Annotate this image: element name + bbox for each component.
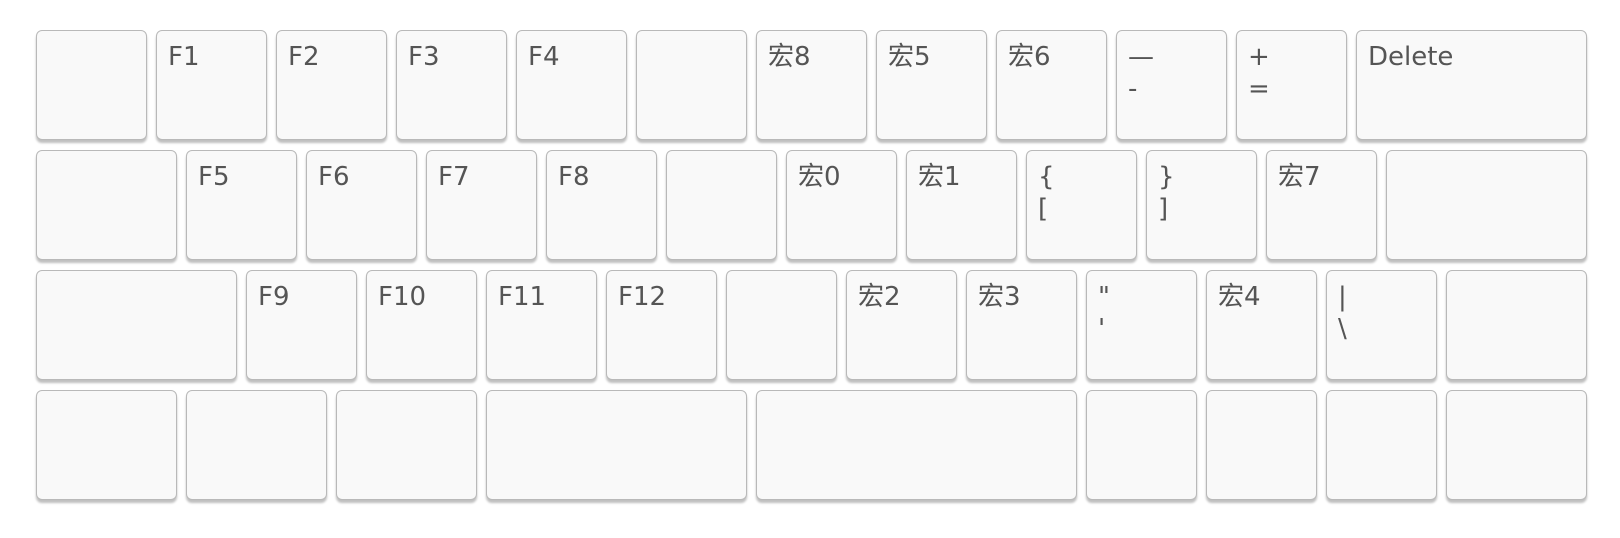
key-f3[interactable]: F3 — [396, 30, 507, 140]
key-macro-0[interactable]: 宏0 — [786, 150, 897, 260]
key-quote[interactable]: " ' — [1086, 270, 1197, 380]
key-legend-top: Delete — [1368, 42, 1454, 72]
key-legend-top: 宏7 — [1278, 162, 1321, 192]
key-r4-blank-8[interactable] — [1326, 390, 1437, 500]
key-f11[interactable]: F11 — [486, 270, 597, 380]
key-r3-blank-mid[interactable] — [726, 270, 837, 380]
key-legend-top: 宏1 — [918, 162, 961, 192]
key-space-right[interactable] — [756, 390, 1077, 500]
key-legend-top: 宏2 — [858, 282, 901, 312]
key-f2[interactable]: F2 — [276, 30, 387, 140]
key-backslash[interactable]: | \ — [1326, 270, 1437, 380]
key-legend-bottom: ' — [1098, 314, 1106, 344]
key-macro-1[interactable]: 宏1 — [906, 150, 1017, 260]
key-equals[interactable]: + = — [1236, 30, 1347, 140]
key-legend-top: 宏3 — [978, 282, 1021, 312]
key-legend-top: " — [1098, 282, 1110, 312]
key-legend-top: 宏6 — [1008, 42, 1051, 72]
key-legend-top: — — [1128, 42, 1154, 72]
key-legend-top: F5 — [198, 162, 230, 192]
key-r4-blank-3[interactable] — [336, 390, 477, 500]
key-legend-top: F4 — [528, 42, 560, 72]
key-legend-bottom: - — [1128, 74, 1138, 104]
key-minus[interactable]: — - — [1116, 30, 1227, 140]
key-legend-top: 宏4 — [1218, 282, 1261, 312]
key-macro-2[interactable]: 宏2 — [846, 270, 957, 380]
key-legend-bottom: ] — [1158, 194, 1169, 224]
key-legend-top: { — [1038, 162, 1055, 192]
key-legend-top: 宏5 — [888, 42, 931, 72]
key-f12[interactable]: F12 — [606, 270, 717, 380]
key-legend-top: F6 — [318, 162, 350, 192]
key-legend-bottom: = — [1248, 74, 1270, 104]
key-delete[interactable]: Delete — [1356, 30, 1587, 140]
key-legend-top: F9 — [258, 282, 290, 312]
key-macro-3[interactable]: 宏3 — [966, 270, 1077, 380]
key-f4[interactable]: F4 — [516, 30, 627, 140]
key-f5[interactable]: F5 — [186, 150, 297, 260]
key-r2-blank-left[interactable] — [36, 150, 177, 260]
key-legend-top: F1 — [168, 42, 200, 72]
key-r2-blank-right[interactable] — [1386, 150, 1587, 260]
key-r4-blank-2[interactable] — [186, 390, 327, 500]
key-right-bracket[interactable]: } ] — [1146, 150, 1257, 260]
key-legend-top: F7 — [438, 162, 470, 192]
key-macro-4[interactable]: 宏4 — [1206, 270, 1317, 380]
key-legend-top: F2 — [288, 42, 320, 72]
key-r1-blank-left[interactable] — [36, 30, 147, 140]
key-r4-blank-1[interactable] — [36, 390, 177, 500]
key-f6[interactable]: F6 — [306, 150, 417, 260]
key-legend-top: + — [1248, 42, 1270, 72]
key-legend-top: F11 — [498, 282, 547, 312]
key-space-left[interactable] — [486, 390, 747, 500]
key-f9[interactable]: F9 — [246, 270, 357, 380]
key-legend-top: F12 — [618, 282, 667, 312]
key-legend-top: 宏0 — [798, 162, 841, 192]
key-macro-7[interactable]: 宏7 — [1266, 150, 1377, 260]
key-legend-top: F8 — [558, 162, 590, 192]
key-legend-top: } — [1158, 162, 1175, 192]
key-r4-blank-7[interactable] — [1206, 390, 1317, 500]
key-r1-blank-mid[interactable] — [636, 30, 747, 140]
key-r4-blank-6[interactable] — [1086, 390, 1197, 500]
key-f8[interactable]: F8 — [546, 150, 657, 260]
key-f1[interactable]: F1 — [156, 30, 267, 140]
key-f7[interactable]: F7 — [426, 150, 537, 260]
key-legend-top: F10 — [378, 282, 427, 312]
key-r4-blank-9[interactable] — [1446, 390, 1587, 500]
key-macro-6[interactable]: 宏6 — [996, 30, 1107, 140]
key-f10[interactable]: F10 — [366, 270, 477, 380]
key-r2-blank-mid[interactable] — [666, 150, 777, 260]
key-r3-blank-right[interactable] — [1446, 270, 1587, 380]
key-macro-5[interactable]: 宏5 — [876, 30, 987, 140]
key-legend-bottom: \ — [1338, 314, 1347, 344]
key-r3-blank-left[interactable] — [36, 270, 237, 380]
key-legend-top: | — [1338, 282, 1347, 312]
key-macro-8[interactable]: 宏8 — [756, 30, 867, 140]
key-legend-top: 宏8 — [768, 42, 811, 72]
key-legend-top: F3 — [408, 42, 440, 72]
key-left-bracket[interactable]: { [ — [1026, 150, 1137, 260]
keyboard-layout: F1 F2 F3 F4 宏8 宏5 宏6 — - + = Delete F5 F… — [0, 0, 1620, 538]
key-legend-bottom: [ — [1038, 194, 1049, 224]
